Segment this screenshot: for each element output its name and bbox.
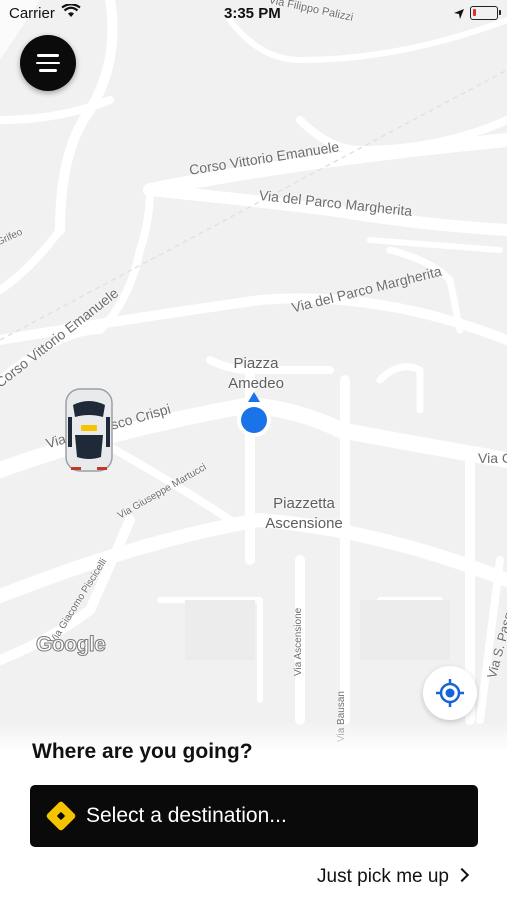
current-location-icon	[237, 392, 271, 437]
select-destination-button[interactable]: Select a destination...	[30, 785, 478, 847]
recenter-location-button[interactable]	[423, 666, 477, 720]
menu-button[interactable]	[20, 35, 76, 91]
google-attribution: Google	[35, 633, 106, 657]
hamburger-line	[36, 61, 60, 64]
pickup-link-label: Just pick me up	[317, 866, 449, 887]
place-label: Piazzetta Ascensione	[265, 495, 343, 532]
street-label: Via Ascensione	[293, 607, 304, 676]
location-arrow-icon	[453, 7, 465, 24]
battery-icon	[470, 6, 501, 20]
just-pick-me-up-link[interactable]: Just pick me up	[317, 866, 470, 888]
destination-diamond-icon	[45, 800, 77, 832]
destination-question: Where are you going?	[32, 740, 253, 763]
my-location-icon	[436, 679, 464, 707]
chevron-right-icon	[454, 867, 470, 883]
destination-placeholder: Select a destination...	[86, 804, 287, 827]
clock: 3:35 PM	[224, 5, 281, 22]
status-bar: Carrier 3:35 PM	[0, 0, 507, 28]
hamburger-line	[39, 69, 57, 72]
taxi-car-icon	[65, 388, 113, 472]
place-label: Piazza Amedeo	[228, 355, 284, 392]
hamburger-menu-icon	[37, 54, 59, 57]
carrier-label: Carrier	[9, 5, 55, 22]
wifi-icon	[61, 3, 81, 22]
street-label: Via C	[478, 450, 507, 466]
